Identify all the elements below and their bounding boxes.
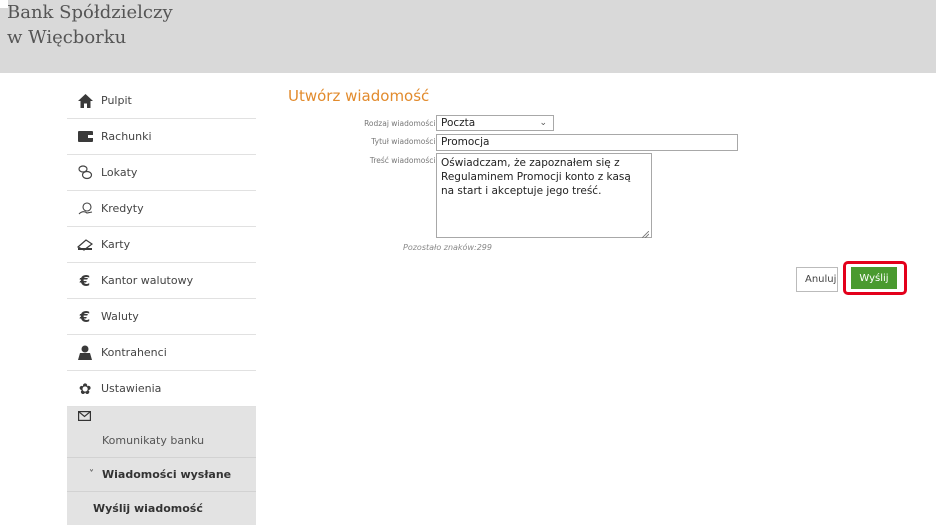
message-subject-input[interactable]: Promocja <box>436 134 738 151</box>
euro-icon: € <box>79 271 91 290</box>
sidebar-item-kantor[interactable]: € Kantor walutowy <box>67 263 256 299</box>
hand-money-icon <box>77 201 93 217</box>
sidebar-subitem-label: Wiadomości wysłane <box>102 468 232 481</box>
sidebar-subitem-wyslij[interactable]: Wyślij wiadomość <box>67 491 256 525</box>
resize-handle-icon[interactable] <box>641 228 650 239</box>
message-type-label: Rodzaj wiadomości: <box>364 119 438 128</box>
cancel-button[interactable]: Anuluj <box>796 267 838 292</box>
message-type-select[interactable]: Poczta ⌄ <box>436 115 554 131</box>
send-button[interactable]: Wyślij <box>851 267 897 289</box>
sidebar-item-label: Pulpit <box>101 94 132 107</box>
envelope-icon <box>78 406 92 425</box>
sidebar-item-lokaty[interactable]: Lokaty <box>67 155 256 191</box>
coins-icon <box>77 165 93 181</box>
bank-name-line2: w Więcborku <box>7 27 127 48</box>
sidebar-item-label: Karty <box>101 238 131 251</box>
message-body-value: Oświadczam, że zapoznałem się z Regulami… <box>441 157 631 197</box>
sidebar-item-label: Ustawienia <box>101 382 162 395</box>
message-type-value: Poczta <box>441 117 476 129</box>
sidebar-item-label: Rachunki <box>101 130 152 143</box>
message-subject-value: Promocja <box>441 136 490 148</box>
remaining-chars-counter: Pozostało znaków:299 <box>403 243 492 252</box>
sidebar-item-label: Kredyty <box>101 202 144 215</box>
page-title: Utwórz wiadomość <box>288 87 430 105</box>
person-icon <box>77 345 93 361</box>
messages-section[interactable] <box>67 407 256 423</box>
bank-name-line1: Bank Spółdzielczy <box>7 2 173 23</box>
sidebar-item-label: Lokaty <box>101 166 138 179</box>
sidebar-item-label: Kantor walutowy <box>101 274 194 287</box>
message-subject-label: Tytuł wiadomości: <box>371 137 438 146</box>
message-body-textarea[interactable]: Oświadczam, że zapoznałem się z Regulami… <box>436 153 652 239</box>
gear-icon: ✿ <box>78 379 92 398</box>
sidebar-item-label: Kontrahenci <box>101 346 167 359</box>
sidebar-subitem-label: Wyślij wiadomość <box>93 502 203 515</box>
home-icon <box>77 93 93 109</box>
euro-icon: € <box>79 307 91 326</box>
message-body-label: Treść wiadomości: <box>369 156 438 165</box>
sidebar-subitem-label: Komunikaty banku <box>102 433 205 447</box>
sidebar-item-karty[interactable]: Karty <box>67 227 256 263</box>
wallet-icon <box>77 129 93 145</box>
sidebar-subitem-komunikaty[interactable]: Komunikaty banku <box>67 423 256 457</box>
chevron-down-icon: ˅ <box>89 469 94 480</box>
sidebar: Pulpit Rachunki Lokaty Kredyty Karty € K… <box>67 83 256 525</box>
sidebar-item-pulpit[interactable]: Pulpit <box>67 83 256 119</box>
sidebar-item-kontrahenci[interactable]: Kontrahenci <box>67 335 256 371</box>
sidebar-item-kredyty[interactable]: Kredyty <box>67 191 256 227</box>
main-content: Utwórz wiadomość Rodzaj wiadomości: Pocz… <box>256 83 936 488</box>
sidebar-item-waluty[interactable]: € Waluty <box>67 299 256 335</box>
header-bar: Bank Spółdzielczy w Więcborku <box>0 0 936 73</box>
chevron-down-icon: ⌄ <box>539 118 547 128</box>
card-icon <box>77 237 93 253</box>
bank-name: Bank Spółdzielczy w Więcborku <box>7 0 173 50</box>
sidebar-item-rachunki[interactable]: Rachunki <box>67 119 256 155</box>
sidebar-item-label: Waluty <box>101 310 139 323</box>
sidebar-item-ustawienia[interactable]: ✿ Ustawienia <box>67 371 256 407</box>
sidebar-subitem-wyslane[interactable]: ˅ Wiadomości wysłane <box>67 457 256 491</box>
